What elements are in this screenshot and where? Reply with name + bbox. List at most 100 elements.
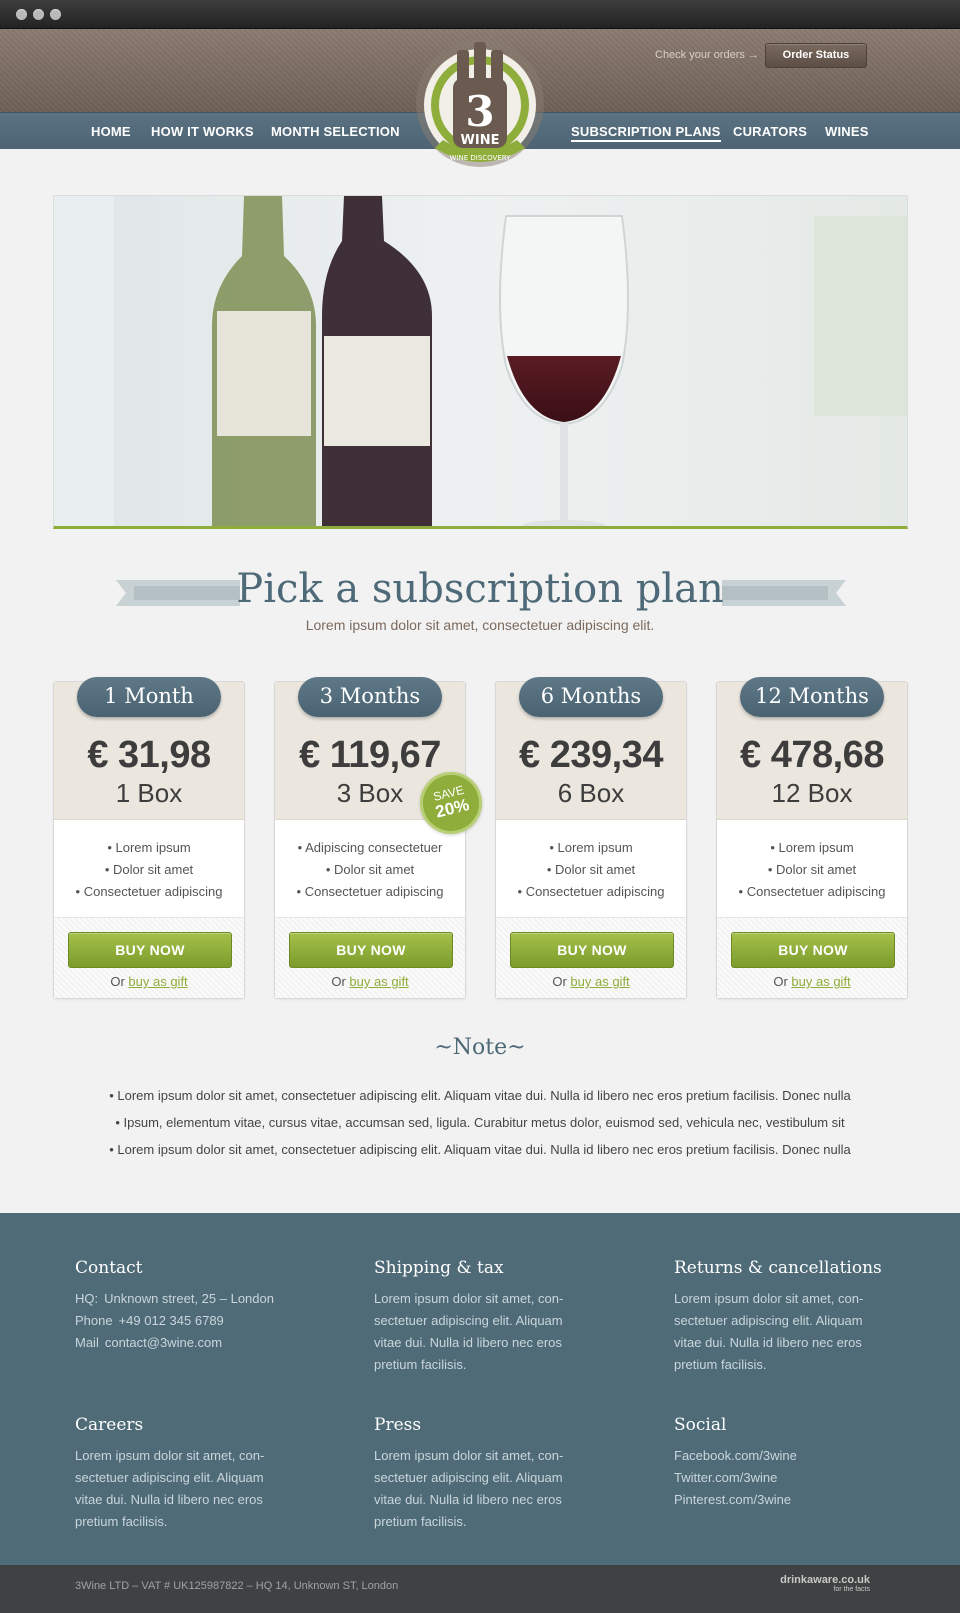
plan-feature: • Consectetuer adipiscing [517, 884, 665, 899]
plan-card-footer: BUY NOW Or buy as gift [54, 917, 244, 998]
note-line: • Lorem ipsum dolor sit amet, consectetu… [109, 1088, 851, 1103]
footer-text-line: vitae dui. Nulla id libero nec eros [674, 1335, 862, 1350]
footer-text-line: vitae dui. Nulla id libero nec eros [374, 1492, 562, 1507]
footer-social-title: Social [674, 1415, 727, 1435]
footer-text-line: sectetuer adipiscing elit. Aliquam [374, 1470, 563, 1485]
plan-feature: • Consectetuer adipiscing [296, 884, 444, 899]
nav-how-it-works[interactable]: HOW IT WORKS [151, 124, 254, 139]
footer-returns-text: Lorem ipsum dolor sit amet, con- sectetu… [674, 1288, 884, 1376]
footer-text-line: vitae dui. Nulla id libero nec eros [374, 1335, 562, 1350]
facebook-link[interactable]: Facebook.com/3wine [674, 1445, 884, 1467]
plan-card-footer: BUY NOW Or buy as gift [717, 917, 907, 998]
plan-card-1-month: 1 Month € 31,98 1 Box • Lorem ipsum • Do… [53, 677, 245, 999]
gift-line: Or buy as gift [496, 974, 686, 989]
plan-price: € 478,68 [740, 734, 884, 776]
window-minimize-dot[interactable] [33, 9, 44, 20]
window-maximize-dot[interactable] [50, 9, 61, 20]
drinkaware-logo[interactable]: drinkaware.co.uk for the facts [770, 1574, 870, 1593]
footer-contact-info: HQ: Unknown street, 25 – London Phone +49 … [75, 1288, 325, 1354]
logo-word: WINE [461, 133, 500, 148]
plan-feature: • Dolor sit amet [104, 862, 194, 877]
hq-address: Unknown street, 25 – London [104, 1291, 274, 1306]
footer-text-line: Lorem ipsum dolor sit amet, con- [674, 1291, 864, 1306]
note-line: • Lorem ipsum dolor sit amet, consectetu… [109, 1142, 851, 1157]
footer-careers-title: Careers [75, 1415, 144, 1435]
nav-wines[interactable]: WINES [825, 124, 869, 139]
nav-home[interactable]: HOME [91, 124, 131, 139]
footer-text-line: sectetuer adipiscing elit. Aliquam [75, 1470, 264, 1485]
plan-feature: • Lorem ipsum [549, 840, 633, 855]
plan-price: € 239,34 [519, 734, 663, 776]
footer-text-line: sectetuer adipiscing elit. Aliquam [674, 1313, 863, 1328]
nav-month-selection[interactable]: MONTH SELECTION [271, 124, 400, 139]
logo-number: 3 [465, 87, 494, 136]
order-status-button[interactable]: Order Status [765, 43, 867, 68]
hq-label: HQ: [75, 1291, 99, 1306]
or-label: Or [552, 974, 567, 989]
twitter-link[interactable]: Twitter.com/3wine [674, 1467, 884, 1489]
plan-card-footer: BUY NOW Or buy as gift [496, 917, 686, 998]
plan-features: • Adipiscing consectetuer • Dolor sit am… [275, 837, 465, 903]
buy-as-gift-link[interactable]: buy as gift [349, 974, 408, 989]
footer-press-title: Press [374, 1415, 422, 1435]
footer-text-line: Lorem ipsum dolor sit amet, con- [75, 1448, 265, 1463]
footer-text-line: pretium facilisis. [674, 1357, 767, 1372]
drinkaware-name: drinkaware.co.uk [780, 1574, 870, 1586]
plans-title: Pick a subscription plan [236, 566, 724, 612]
buy-now-button[interactable]: BUY NOW [731, 932, 895, 968]
buy-now-button[interactable]: BUY NOW [289, 932, 453, 968]
plan-feature: • Consectetuer adipiscing [75, 884, 223, 899]
drinkaware-tagline: for the facts [833, 1586, 870, 1593]
plan-feature: • Dolor sit amet [767, 862, 857, 877]
mail-address[interactable]: contact@3wine.com [105, 1335, 222, 1350]
plan-feature: • Consectetuer adipiscing [738, 884, 886, 899]
hero-wine-photo [53, 195, 908, 529]
footer-text-line: Lorem ipsum dolor sit amet, con- [374, 1291, 564, 1306]
plans-subtitle: Lorem ipsum dolor sit amet, consectetuer… [305, 617, 655, 633]
nav-curators[interactable]: CURATORS [733, 124, 807, 139]
buy-as-gift-link[interactable]: buy as gift [791, 974, 850, 989]
gift-line: Or buy as gift [275, 974, 465, 989]
plan-features: • Lorem ipsum • Dolor sit amet • Consect… [717, 837, 907, 903]
plan-feature: • Dolor sit amet [325, 862, 415, 877]
window-close-dot[interactable] [16, 9, 27, 20]
footer-text-line: pretium facilisis. [374, 1514, 467, 1529]
browser-window-bar [0, 0, 960, 29]
plan-duration-badge: 6 Months [519, 677, 663, 717]
plan-price: € 119,67 [299, 734, 441, 776]
note-line: • Ipsum, elementum vitae, cursus vitae, … [115, 1115, 845, 1130]
footer-social-links: Facebook.com/3wine Twitter.com/3wine Pin… [674, 1445, 884, 1511]
or-label: Or [773, 974, 788, 989]
footer-press-text: Lorem ipsum dolor sit amet, con- sectetu… [374, 1445, 584, 1533]
logo-tagline: WINE DISCOVERY [450, 154, 512, 162]
nav-subscription-plans[interactable]: SUBSCRIPTION PLANS [571, 124, 721, 142]
pinterest-link[interactable]: Pinterest.com/3wine [674, 1489, 884, 1511]
legal-text: 3Wine LTD – VAT # UK125987822 – HQ 14, U… [75, 1580, 399, 1592]
buy-now-button[interactable]: BUY NOW [510, 932, 674, 968]
phone-number[interactable]: +49 012 345 6789 [119, 1313, 224, 1328]
3wine-logo[interactable]: 3 WINE WINE DISCOVERY [413, 36, 547, 170]
or-label: Or [331, 974, 346, 989]
plan-features: • Lorem ipsum • Dolor sit amet • Consect… [496, 837, 686, 903]
phone-label: Phone [75, 1313, 113, 1328]
plan-features: • Lorem ipsum • Dolor sit amet • Consect… [54, 837, 244, 903]
buy-as-gift-link[interactable]: buy as gift [128, 974, 187, 989]
buy-as-gift-link[interactable]: buy as gift [570, 974, 629, 989]
plan-price: € 31,98 [87, 734, 211, 776]
buy-now-button[interactable]: BUY NOW [68, 932, 232, 968]
mail-label: Mail [75, 1335, 99, 1350]
plan-box-count: 1 Box [115, 778, 183, 808]
footer-text-line: sectetuer adipiscing elit. Aliquam [374, 1313, 563, 1328]
footer-shipping-title: Shipping & tax [374, 1258, 504, 1278]
footer-contact-title: Contact [75, 1258, 143, 1278]
check-orders-label: Check your orders → [655, 49, 759, 61]
plan-feature: • Lorem ipsum [770, 840, 854, 855]
plan-feature: • Lorem ipsum [107, 840, 191, 855]
footer-text-line: pretium facilisis. [75, 1514, 168, 1529]
or-label: Or [110, 974, 125, 989]
plan-card-3-months: 3 Months € 119,67 3 Box • Adipiscing con… [274, 677, 466, 999]
plan-card-12-months: 12 Months € 478,68 12 Box • Lorem ipsum … [716, 677, 908, 999]
footer-careers-text: Lorem ipsum dolor sit amet, con- sectetu… [75, 1445, 285, 1533]
gift-line: Or buy as gift [54, 974, 244, 989]
plan-card-6-months: 6 Months € 239,34 6 Box • Lorem ipsum • … [495, 677, 687, 999]
